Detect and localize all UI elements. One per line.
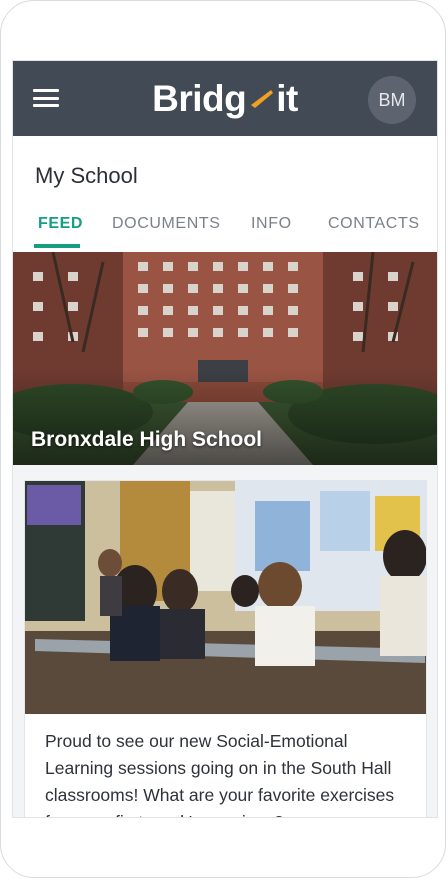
tab-info[interactable]: INFO	[251, 214, 292, 252]
page-header: My School FEED DOCUMENTS INFO CONTACTS	[13, 136, 437, 252]
hamburger-menu-icon[interactable]	[33, 89, 59, 107]
page-title: My School	[35, 163, 138, 188]
post-image	[25, 481, 426, 714]
school-name: Bronxdale High School	[31, 428, 263, 451]
tab-documents[interactable]: DOCUMENTS	[112, 214, 221, 252]
app-logo: Bridg it	[152, 78, 298, 120]
feed-post-card[interactable]: Proud to see our new Social-Emotional Le…	[24, 480, 427, 817]
tab-contacts[interactable]: CONTACTS	[328, 214, 420, 252]
post-body-text: Proud to see our new Social-Emotional Le…	[45, 731, 395, 817]
app-screen: Bridg it BM My School FEED DOCUMENTS INF…	[12, 60, 438, 818]
device-frame: Bridg it BM My School FEED DOCUMENTS INF…	[0, 0, 446, 878]
classroom-photo	[25, 481, 426, 714]
app-bar: Bridg it BM	[13, 61, 437, 136]
user-avatar[interactable]: BM	[368, 76, 416, 124]
active-tab-indicator	[34, 244, 80, 248]
school-hero-image[interactable]: Bronxdale High School	[13, 252, 437, 465]
logo-text-right: it	[276, 77, 298, 119]
logo-text-left: Bridg	[152, 77, 247, 119]
logo-mark-icon	[251, 89, 274, 108]
